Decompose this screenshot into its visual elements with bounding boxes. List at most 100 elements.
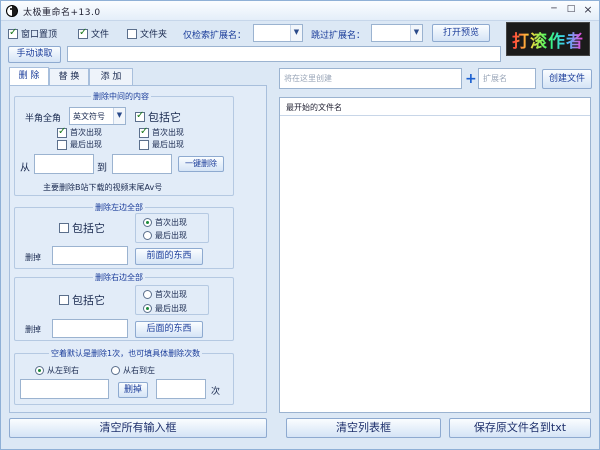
radio-dot: [143, 218, 152, 227]
author-logo: 打滚作者: [506, 22, 590, 56]
skip-ext-label: 跳过扩展名：: [311, 31, 366, 41]
checkbox-box: [135, 110, 145, 122]
clear-inputs-button[interactable]: 清空所有输入框: [9, 418, 267, 438]
tab-replace[interactable]: 替 换: [49, 68, 89, 85]
left-include-label: 包括它: [72, 222, 105, 235]
middle-include-label: 包括它: [148, 111, 181, 124]
checkbox-box: [59, 223, 69, 233]
file-label: 文件: [91, 30, 110, 40]
radio-dot: [35, 366, 44, 375]
from-input[interactable]: [34, 154, 94, 174]
left-last-checkbox[interactable]: 最后出现: [57, 139, 102, 150]
left-first-checkbox[interactable]: 首次出现: [57, 126, 102, 138]
right-to-left-radio[interactable]: 从右到左: [111, 365, 155, 376]
list-column-header: 最开始的文件名: [280, 98, 590, 116]
original-names-list[interactable]: 最开始的文件名: [279, 97, 591, 413]
right-text-input[interactable]: [52, 319, 128, 338]
radio-dot: [143, 290, 152, 299]
delete-middle-note: 主要删除B站下载的视频末尾Av号: [43, 183, 163, 192]
checkbox-box: [139, 139, 149, 150]
close-button[interactable]: ×: [580, 3, 596, 17]
tab-add[interactable]: 添 加: [89, 68, 133, 85]
chevron-down-icon: ▼: [290, 25, 302, 41]
right-last-radio[interactable]: 最后出现: [143, 303, 187, 314]
path-input[interactable]: [67, 46, 501, 62]
delete-middle-button[interactable]: 一键删除: [178, 156, 224, 172]
logo-text: 打滚作者: [512, 27, 584, 52]
left-remove-label: 删掉: [25, 253, 41, 262]
only-ext-label: 仅检索扩展名：: [183, 31, 247, 41]
only-ext-dropdown[interactable]: ▼: [253, 24, 303, 42]
right-first-radio-label: 首次出现: [155, 290, 187, 299]
left-first-label: 首次出现: [70, 128, 102, 137]
right-first-radio[interactable]: 首次出现: [143, 289, 187, 300]
count-text-input[interactable]: [20, 379, 109, 399]
maximize-button[interactable]: □: [563, 3, 579, 17]
delete-middle-legend: 删除中间的内容: [91, 91, 151, 102]
checkbox-box: [139, 126, 149, 138]
right-first-label: 首次出现: [152, 128, 184, 137]
checkbox-box: [57, 126, 67, 138]
clear-list-button[interactable]: 清空列表框: [286, 418, 441, 438]
width-mode-label: 半角全角: [25, 114, 62, 124]
checkbox-box: [59, 295, 69, 305]
manual-read-button[interactable]: 手动读取: [8, 46, 61, 63]
width-mode-dropdown[interactable]: 英文符号 ▼: [69, 107, 126, 125]
delete-front-button[interactable]: 前面的东西: [135, 248, 203, 265]
right-include-label: 包括它: [72, 294, 105, 307]
save-names-button[interactable]: 保存原文件名到txt: [449, 418, 591, 438]
left-text-input[interactable]: [52, 246, 128, 265]
right-include-checkbox[interactable]: 包括它: [59, 292, 105, 308]
window-title: 太极重命名+13.0: [23, 8, 101, 18]
minimize-button[interactable]: ─: [546, 3, 562, 17]
right-first-checkbox[interactable]: 首次出现: [139, 126, 184, 138]
skip-ext-dropdown[interactable]: ▼: [371, 24, 423, 42]
tab-delete[interactable]: 删 除: [9, 67, 49, 86]
left-include-checkbox[interactable]: 包括它: [59, 220, 105, 236]
radio-dot: [143, 304, 152, 313]
plus-icon: +: [465, 71, 477, 87]
folder-checkbox[interactable]: 文件夹: [127, 27, 167, 40]
left-first-radio[interactable]: 首次出现: [143, 217, 187, 228]
file-checkbox[interactable]: 文件: [78, 27, 109, 40]
left-first-radio-label: 首次出现: [155, 218, 187, 227]
checkbox-box: [8, 27, 18, 39]
delete-count-legend: 空着默认是删除1次，也可填具体删除次数: [49, 348, 203, 359]
create-ext-input[interactable]: 扩展名: [478, 68, 536, 89]
count-number-input[interactable]: [156, 379, 206, 399]
left-to-right-label: 从左到右: [47, 366, 79, 375]
left-to-right-radio[interactable]: 从左到右: [35, 365, 79, 376]
pin-window-label: 窗口置顶: [21, 30, 58, 40]
yin-yang-icon: [6, 5, 18, 17]
create-file-button[interactable]: 创建文件: [542, 69, 592, 89]
to-label: 到: [97, 163, 107, 174]
to-input[interactable]: [112, 154, 172, 174]
title-bar: 太极重命名+13.0 ─ □ ×: [1, 1, 599, 21]
left-last-radio-label: 最后出现: [155, 231, 187, 240]
right-last-label: 最后出现: [152, 140, 184, 149]
chevron-down-icon: ▼: [410, 25, 422, 41]
right-to-left-label: 从右到左: [123, 366, 155, 375]
app-window: 太极重命名+13.0 ─ □ × 窗口置顶 文件 文件夹 仅检索扩展名： ▼ 跳…: [0, 0, 600, 450]
delete-back-button[interactable]: 后面的东西: [135, 321, 203, 338]
chevron-down-icon: ▼: [113, 108, 125, 124]
create-name-placeholder: 将在这里创建: [284, 74, 332, 83]
left-last-label: 最后出现: [70, 140, 102, 149]
open-preview-button[interactable]: 打开预览: [432, 24, 490, 42]
folder-label: 文件夹: [140, 30, 168, 40]
left-last-radio[interactable]: 最后出现: [143, 230, 187, 241]
from-label: 从: [20, 163, 30, 174]
checkbox-box: [78, 27, 88, 39]
middle-include-checkbox[interactable]: 包括它: [135, 109, 181, 125]
create-ext-placeholder: 扩展名: [483, 74, 507, 83]
delete-count-button[interactable]: 删掉: [118, 382, 148, 398]
delete-right-legend: 删除右边全部: [93, 272, 145, 283]
create-name-input[interactable]: 将在这里创建: [279, 68, 462, 89]
times-label: 次: [211, 387, 221, 397]
right-last-checkbox[interactable]: 最后出现: [139, 139, 184, 150]
checkbox-box: [57, 139, 67, 150]
radio-dot: [111, 366, 120, 375]
right-remove-label: 删掉: [25, 325, 41, 334]
pin-window-checkbox[interactable]: 窗口置顶: [8, 27, 57, 40]
width-mode-value: 英文符号: [73, 112, 105, 121]
